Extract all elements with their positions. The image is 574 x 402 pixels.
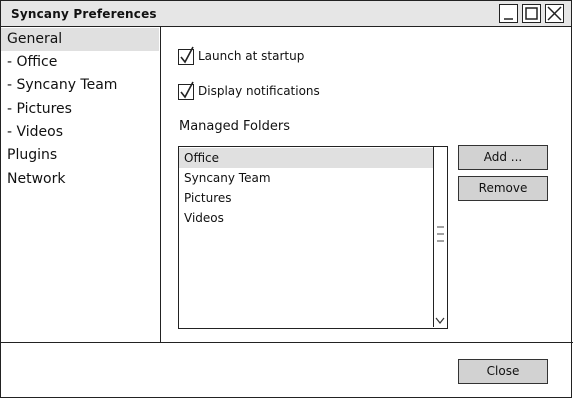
add-folder-button[interactable]: Add ... xyxy=(458,145,548,170)
managed-folders-list[interactable]: Office Syncany Team Pictures Videos xyxy=(178,146,448,329)
checkmark-icon xyxy=(180,46,194,64)
sidebar-item-videos[interactable]: - Videos xyxy=(1,121,159,144)
window-title: Syncany Preferences xyxy=(11,7,157,21)
display-notifications-checkbox[interactable] xyxy=(178,81,194,100)
list-scrollbar[interactable] xyxy=(433,147,447,327)
maximize-icon xyxy=(525,7,538,20)
checkmark-icon xyxy=(180,81,194,99)
sidebar-item-plugins[interactable]: Plugins xyxy=(1,144,159,167)
sidebar-item-syncany-team[interactable]: - Syncany Team xyxy=(1,74,159,97)
close-button[interactable]: Close xyxy=(458,359,548,384)
sidebar-item-network[interactable]: Network xyxy=(1,168,159,191)
launch-at-startup-checkbox[interactable] xyxy=(178,46,194,65)
sidebar: General - Office - Syncany Team - Pictur… xyxy=(1,27,161,343)
sidebar-item-office[interactable]: - Office xyxy=(1,51,159,74)
list-item[interactable]: Office xyxy=(179,148,433,168)
launch-at-startup-label: Launch at startup xyxy=(198,49,305,63)
display-notifications-label: Display notifications xyxy=(198,84,320,98)
maximize-button[interactable] xyxy=(522,4,541,23)
managed-folders-heading: Managed Folders xyxy=(179,119,290,134)
list-item[interactable]: Videos xyxy=(179,208,433,228)
list-item[interactable]: Syncany Team xyxy=(179,168,433,188)
sidebar-item-pictures[interactable]: - Pictures xyxy=(1,98,159,121)
minimize-button[interactable] xyxy=(499,4,518,23)
sidebar-item-general[interactable]: General xyxy=(1,28,159,51)
close-window-button[interactable] xyxy=(545,4,564,23)
list-item[interactable]: Pictures xyxy=(179,188,433,208)
footer-divider xyxy=(1,342,573,343)
remove-folder-button[interactable]: Remove xyxy=(458,176,548,201)
scrollbar-graphic xyxy=(435,226,445,324)
minimize-icon xyxy=(504,18,513,20)
preferences-window: Syncany Preferences General - Office - S… xyxy=(0,0,573,398)
close-icon xyxy=(547,6,562,21)
title-bar: Syncany Preferences xyxy=(1,1,571,27)
